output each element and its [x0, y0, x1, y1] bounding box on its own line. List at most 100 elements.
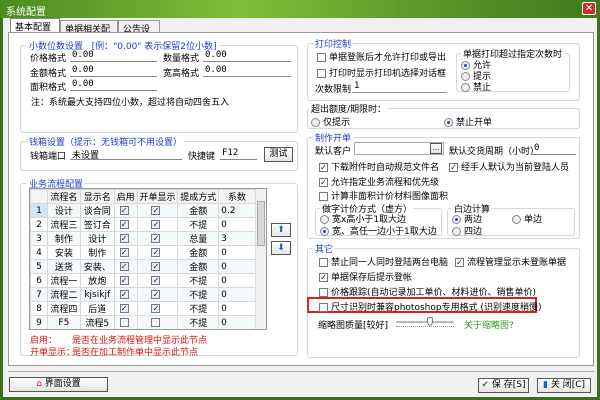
amount-format-input[interactable]: 0.00 — [70, 65, 157, 77]
checkbox[interactable]: ✓ — [119, 247, 129, 257]
table-cell[interactable]: 签订合 — [79, 217, 115, 232]
table-cell[interactable]: 金额 — [177, 203, 220, 218]
edge-option-1[interactable]: 单边 — [512, 212, 542, 225]
print-opt1[interactable]: 单据登账后才允许打印或导出 — [317, 50, 446, 63]
table-cell[interactable]: 5 — [30, 259, 48, 274]
table-row[interactable]: 7 流程二 kjsikjf ✓ ✓ 不提 0 — [30, 287, 256, 302]
radio[interactable] — [452, 215, 461, 224]
table-cell[interactable]: 安装 — [46, 245, 81, 260]
checkbox-cell[interactable] — [114, 330, 137, 331]
checkbox-cell[interactable]: ✓ — [136, 259, 179, 274]
table-cell[interactable]: 不提 — [177, 301, 220, 316]
table-cell[interactable]: 4 — [30, 245, 48, 260]
table-cell[interactable]: 不提 — [178, 330, 219, 331]
table-cell[interactable]: 流程5 — [79, 315, 115, 329]
checkbox[interactable] — [317, 69, 326, 78]
cycle-input[interactable]: 0 — [532, 143, 576, 155]
table-row[interactable]: 9 F5 流程5 不提 0 — [30, 315, 256, 329]
over-option[interactable]: 禁止 — [461, 80, 491, 93]
column-header[interactable]: 系数 — [218, 189, 256, 204]
order-c2[interactable]: ✓ 经手人默认为当前登陆人员 — [449, 160, 569, 173]
table-cell[interactable]: 流程6 — [80, 330, 114, 331]
checkbox-cell[interactable]: ✓ — [113, 273, 138, 288]
checkbox[interactable]: ✓ — [119, 261, 129, 271]
checkbox[interactable]: ✓ — [119, 303, 129, 313]
checkbox[interactable]: ✓ — [151, 233, 161, 243]
table-cell[interactable]: 3 — [218, 231, 256, 246]
area-format-input[interactable]: 0.00 — [70, 79, 157, 91]
checkbox[interactable]: ✓ — [151, 261, 161, 271]
column-header[interactable]: 启用 — [113, 189, 138, 204]
scrollbar-thumb[interactable] — [257, 201, 265, 246]
table-cell[interactable]: 0 — [218, 301, 256, 316]
hotkey-input[interactable]: F12 — [220, 148, 257, 160]
other-o2[interactable]: ✓ 流程管理显示未登账单据 — [455, 255, 566, 268]
checkbox-cell[interactable]: ✓ — [113, 287, 138, 302]
table-cell[interactable]: 金额 — [177, 245, 220, 260]
print-opt2[interactable]: 打印时显示打印机选择对话框 — [317, 66, 446, 79]
table-cell[interactable]: 流程一 — [46, 273, 81, 288]
checkbox[interactable]: ✓ — [151, 275, 161, 285]
move-down-button[interactable]: ⬇ — [271, 241, 291, 255]
table-cell[interactable]: 设计 — [46, 203, 81, 218]
checkbox-cell[interactable] — [136, 315, 179, 329]
slider-thumb[interactable] — [427, 317, 434, 326]
limit-input[interactable]: 1 — [352, 81, 447, 93]
table-cell[interactable]: 3 — [30, 231, 48, 246]
table-cell[interactable]: 不提 — [177, 217, 220, 232]
size-format-input[interactable]: 0.00 — [203, 65, 291, 77]
qty-format-input[interactable]: 0.00 — [203, 50, 291, 62]
move-up-button[interactable]: ⬆ — [271, 223, 291, 237]
checkbox[interactable]: ✓ — [151, 205, 161, 215]
other-o1[interactable]: 禁止同一人同时登陆两台电脑 — [319, 255, 448, 268]
column-header[interactable]: 提成方式 — [177, 189, 220, 204]
credit-option-block[interactable]: 禁止开单 — [444, 115, 492, 128]
checkbox[interactable] — [319, 258, 328, 267]
table-row[interactable]: 10F6流程6 不提0 — [31, 330, 256, 331]
order-c3[interactable]: ✓ 允许指定业务流程和优先级 — [319, 175, 439, 188]
table-cell[interactable]: F6 — [47, 330, 80, 331]
checkbox-cell[interactable]: ✓ — [113, 217, 138, 232]
checkbox-cell[interactable]: ✓ — [113, 245, 138, 260]
table-row[interactable]: 2 流程三 签订合 ✓ ✓ 不提 0 — [30, 217, 256, 232]
table-cell[interactable]: 9 — [30, 315, 48, 329]
table-cell[interactable]: 制作 — [46, 231, 81, 246]
table-cell[interactable]: 2 — [30, 217, 48, 232]
table-cell[interactable]: 安装、 — [79, 259, 115, 274]
table-cell[interactable]: 0 — [218, 245, 256, 260]
table-cell[interactable]: 制作 — [79, 245, 115, 260]
table-cell[interactable]: 0 — [218, 273, 256, 288]
checkbox[interactable]: ✓ — [151, 289, 161, 299]
edge-option-2[interactable]: 四边 — [452, 224, 482, 237]
column-header[interactable]: 显示名 — [79, 189, 115, 204]
table-row[interactable]: 1 设计 谈合同 ✓ ✓ 金额 0.2 — [30, 203, 256, 218]
checkbox[interactable] — [317, 53, 326, 62]
checkbox[interactable] — [319, 192, 328, 201]
table-cell[interactable]: 设计 — [79, 231, 115, 246]
radio[interactable] — [320, 227, 329, 236]
checkbox[interactable] — [119, 317, 129, 327]
checkbox[interactable]: ✓ — [319, 273, 328, 282]
checkbox[interactable] — [151, 317, 161, 327]
char-option-1[interactable]: 宽、高任一边小于1取大边 — [320, 224, 437, 237]
table-cell[interactable]: 不提 — [177, 287, 220, 302]
table-cell[interactable]: 送货 — [46, 259, 81, 274]
checkbox-cell[interactable]: ✓ — [136, 217, 179, 232]
checkbox[interactable]: ✓ — [449, 163, 458, 172]
checkbox-cell[interactable]: ✓ — [113, 301, 138, 316]
table-cell[interactable]: 流程三 — [46, 217, 81, 232]
radio[interactable] — [320, 215, 329, 224]
checkbox[interactable]: ✓ — [119, 205, 129, 215]
checkbox-cell[interactable]: ✓ — [136, 231, 179, 246]
table-cell[interactable]: 1 — [30, 203, 48, 218]
table-row[interactable]: 6 流程一 放炮 ✓ ✓ 不提 0 — [30, 273, 256, 288]
checkbox-cell[interactable]: ✓ — [136, 203, 179, 218]
table-row[interactable]: 8 流程四 后道 ✓ ✓ 不提 0 — [30, 301, 256, 316]
checkbox-cell[interactable]: ✓ — [136, 287, 179, 302]
table-cell[interactable]: 流程四 — [46, 301, 81, 316]
table-cell[interactable]: 0 — [218, 287, 256, 302]
checkbox[interactable]: ✓ — [119, 219, 129, 229]
about-thumbnail-link[interactable]: 关于缩略图? — [464, 318, 514, 331]
radio[interactable] — [452, 227, 461, 236]
checkbox[interactable]: ✓ — [151, 303, 161, 313]
